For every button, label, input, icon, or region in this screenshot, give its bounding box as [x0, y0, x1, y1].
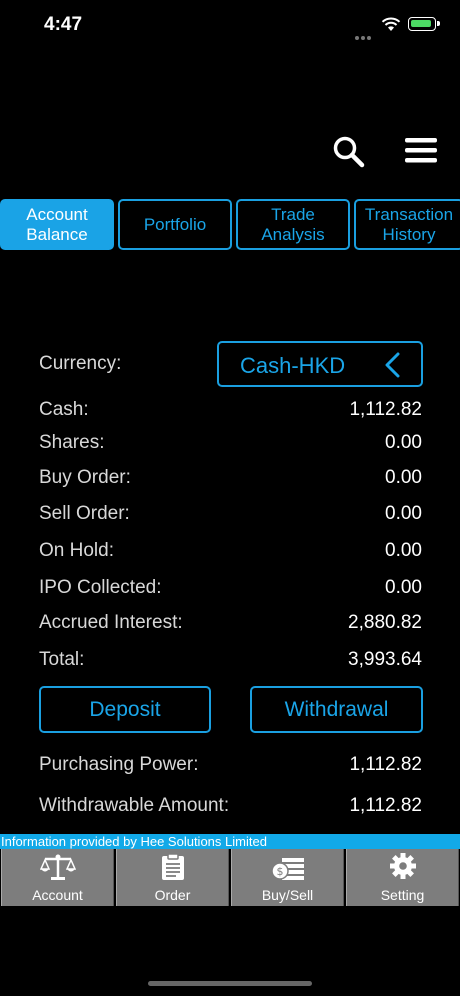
home-indicator[interactable] — [148, 981, 312, 986]
cash-value: 1,112.82 — [349, 399, 422, 420]
currency-label: Currency: — [39, 353, 122, 374]
on-hold-value: 0.00 — [385, 540, 422, 561]
nav-buy-sell[interactable]: $ Buy/Sell — [231, 849, 344, 906]
ipo-collected-label: IPO Collected: — [39, 577, 162, 598]
buy-order-label: Buy Order: — [39, 467, 131, 488]
nav-account[interactable]: Account — [1, 849, 114, 906]
currency-selected-value: Cash-HKD — [240, 353, 346, 378]
cellular-signal-icon — [355, 27, 377, 40]
tab-trade-analysis[interactable]: Trade Analysis — [236, 199, 350, 250]
status-time: 4:47 — [44, 14, 83, 35]
deposit-button[interactable]: Deposit — [39, 686, 211, 733]
nav-setting[interactable]: Setting — [346, 849, 459, 906]
scale-icon — [39, 854, 76, 880]
currency-selector[interactable]: Cash-HKD — [217, 341, 423, 387]
accrued-interest-label: Accrued Interest: — [39, 612, 183, 633]
buy-order-value: 0.00 — [385, 467, 422, 488]
tab-portfolio[interactable]: Portfolio — [118, 199, 232, 250]
chevron-left-icon — [385, 352, 400, 378]
tab-transaction-history[interactable]: Transaction History — [354, 199, 460, 250]
withdrawal-button[interactable]: Withdrawal — [250, 686, 423, 733]
shares-label: Shares: — [39, 432, 105, 453]
battery-icon — [408, 17, 440, 31]
tab-bar: Account Balance Portfolio Trade Analysis… — [0, 199, 460, 251]
cash-label: Cash: — [39, 399, 89, 420]
nav-setting-label: Setting — [380, 887, 425, 903]
nav-order[interactable]: Order — [116, 849, 229, 906]
hamburger-menu-icon[interactable] — [404, 136, 438, 164]
tab-account-balance[interactable]: Account Balance — [0, 199, 114, 250]
nav-account-label: Account — [32, 887, 83, 903]
accrued-interest-value: 2,880.82 — [348, 612, 422, 633]
shares-value: 0.00 — [385, 432, 422, 453]
money-icon: $ — [270, 858, 304, 880]
total-label: Total: — [39, 649, 85, 670]
on-hold-label: On Hold: — [39, 540, 114, 561]
purchasing-power-value: 1,112.82 — [349, 754, 422, 775]
bottom-navigation: Account Order $ Buy/Sell Setting — [0, 849, 460, 906]
nav-order-label: Order — [154, 887, 191, 903]
svg-text:$: $ — [276, 865, 283, 878]
sell-order-value: 0.00 — [385, 503, 422, 524]
nav-buy-sell-label: Buy/Sell — [261, 887, 314, 903]
search-icon[interactable] — [331, 134, 365, 168]
info-provider-banner: Information provided by Hee Solutions Li… — [0, 834, 460, 849]
total-value: 3,993.64 — [348, 649, 422, 670]
wifi-icon — [381, 17, 401, 31]
withdrawable-amount-label: Withdrawable Amount: — [39, 795, 230, 816]
withdrawable-amount-value: 1,112.82 — [349, 795, 422, 816]
ipo-collected-value: 0.00 — [385, 577, 422, 598]
gear-icon — [389, 853, 416, 879]
clipboard-icon — [161, 853, 184, 880]
purchasing-power-label: Purchasing Power: — [39, 754, 199, 775]
sell-order-label: Sell Order: — [39, 503, 130, 524]
